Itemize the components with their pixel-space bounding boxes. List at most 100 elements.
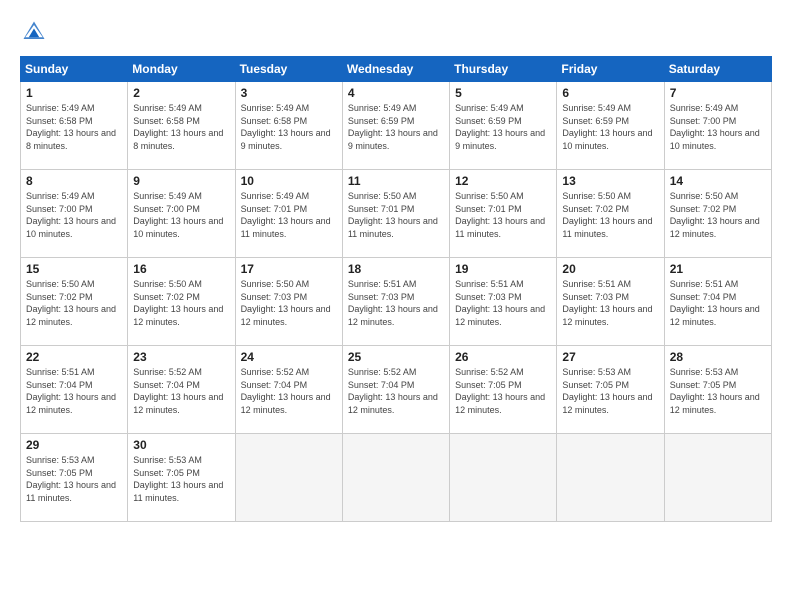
day-info: Sunrise: 5:50 AMSunset: 7:02 PMDaylight:… xyxy=(133,279,223,327)
calendar-cell: 28 Sunrise: 5:53 AMSunset: 7:05 PMDaylig… xyxy=(664,346,771,434)
day-number: 27 xyxy=(562,350,658,364)
calendar-cell: 26 Sunrise: 5:52 AMSunset: 7:05 PMDaylig… xyxy=(450,346,557,434)
header xyxy=(20,18,772,46)
day-number: 2 xyxy=(133,86,229,100)
calendar-week-row: 8 Sunrise: 5:49 AMSunset: 7:00 PMDayligh… xyxy=(21,170,772,258)
calendar-cell: 22 Sunrise: 5:51 AMSunset: 7:04 PMDaylig… xyxy=(21,346,128,434)
calendar-cell: 20 Sunrise: 5:51 AMSunset: 7:03 PMDaylig… xyxy=(557,258,664,346)
weekday-header-row: Sunday Monday Tuesday Wednesday Thursday… xyxy=(21,57,772,82)
day-info: Sunrise: 5:50 AMSunset: 7:01 PMDaylight:… xyxy=(455,191,545,239)
day-info: Sunrise: 5:53 AMSunset: 7:05 PMDaylight:… xyxy=(670,367,760,415)
day-info: Sunrise: 5:52 AMSunset: 7:04 PMDaylight:… xyxy=(241,367,331,415)
day-number: 18 xyxy=(348,262,444,276)
header-friday: Friday xyxy=(557,57,664,82)
calendar-cell: 10 Sunrise: 5:49 AMSunset: 7:01 PMDaylig… xyxy=(235,170,342,258)
calendar-cell xyxy=(235,434,342,522)
day-info: Sunrise: 5:52 AMSunset: 7:04 PMDaylight:… xyxy=(348,367,438,415)
day-number: 29 xyxy=(26,438,122,452)
day-number: 28 xyxy=(670,350,766,364)
page: Sunday Monday Tuesday Wednesday Thursday… xyxy=(0,0,792,612)
day-info: Sunrise: 5:51 AMSunset: 7:04 PMDaylight:… xyxy=(26,367,116,415)
day-number: 7 xyxy=(670,86,766,100)
day-info: Sunrise: 5:53 AMSunset: 7:05 PMDaylight:… xyxy=(26,455,116,503)
calendar-cell: 18 Sunrise: 5:51 AMSunset: 7:03 PMDaylig… xyxy=(342,258,449,346)
day-info: Sunrise: 5:51 AMSunset: 7:04 PMDaylight:… xyxy=(670,279,760,327)
day-number: 3 xyxy=(241,86,337,100)
calendar-cell: 1 Sunrise: 5:49 AMSunset: 6:58 PMDayligh… xyxy=(21,82,128,170)
day-info: Sunrise: 5:50 AMSunset: 7:01 PMDaylight:… xyxy=(348,191,438,239)
day-number: 19 xyxy=(455,262,551,276)
header-sunday: Sunday xyxy=(21,57,128,82)
logo-icon xyxy=(20,18,48,46)
calendar-cell: 9 Sunrise: 5:49 AMSunset: 7:00 PMDayligh… xyxy=(128,170,235,258)
day-info: Sunrise: 5:51 AMSunset: 7:03 PMDaylight:… xyxy=(562,279,652,327)
calendar-cell xyxy=(664,434,771,522)
calendar-cell: 19 Sunrise: 5:51 AMSunset: 7:03 PMDaylig… xyxy=(450,258,557,346)
day-info: Sunrise: 5:49 AMSunset: 7:00 PMDaylight:… xyxy=(133,191,223,239)
header-saturday: Saturday xyxy=(664,57,771,82)
calendar-cell: 27 Sunrise: 5:53 AMSunset: 7:05 PMDaylig… xyxy=(557,346,664,434)
calendar-cell: 24 Sunrise: 5:52 AMSunset: 7:04 PMDaylig… xyxy=(235,346,342,434)
day-number: 5 xyxy=(455,86,551,100)
day-info: Sunrise: 5:49 AMSunset: 6:59 PMDaylight:… xyxy=(562,103,652,151)
calendar-cell: 23 Sunrise: 5:52 AMSunset: 7:04 PMDaylig… xyxy=(128,346,235,434)
day-info: Sunrise: 5:50 AMSunset: 7:02 PMDaylight:… xyxy=(26,279,116,327)
calendar-cell: 14 Sunrise: 5:50 AMSunset: 7:02 PMDaylig… xyxy=(664,170,771,258)
day-number: 23 xyxy=(133,350,229,364)
day-number: 8 xyxy=(26,174,122,188)
day-number: 22 xyxy=(26,350,122,364)
calendar-week-row: 29 Sunrise: 5:53 AMSunset: 7:05 PMDaylig… xyxy=(21,434,772,522)
calendar-cell: 5 Sunrise: 5:49 AMSunset: 6:59 PMDayligh… xyxy=(450,82,557,170)
day-number: 6 xyxy=(562,86,658,100)
day-info: Sunrise: 5:50 AMSunset: 7:02 PMDaylight:… xyxy=(670,191,760,239)
day-info: Sunrise: 5:49 AMSunset: 7:00 PMDaylight:… xyxy=(670,103,760,151)
calendar-cell: 16 Sunrise: 5:50 AMSunset: 7:02 PMDaylig… xyxy=(128,258,235,346)
day-info: Sunrise: 5:50 AMSunset: 7:03 PMDaylight:… xyxy=(241,279,331,327)
calendar-week-row: 22 Sunrise: 5:51 AMSunset: 7:04 PMDaylig… xyxy=(21,346,772,434)
calendar-cell: 29 Sunrise: 5:53 AMSunset: 7:05 PMDaylig… xyxy=(21,434,128,522)
day-info: Sunrise: 5:49 AMSunset: 6:58 PMDaylight:… xyxy=(133,103,223,151)
day-number: 30 xyxy=(133,438,229,452)
calendar-cell: 8 Sunrise: 5:49 AMSunset: 7:00 PMDayligh… xyxy=(21,170,128,258)
header-monday: Monday xyxy=(128,57,235,82)
day-info: Sunrise: 5:49 AMSunset: 6:58 PMDaylight:… xyxy=(26,103,116,151)
header-thursday: Thursday xyxy=(450,57,557,82)
day-number: 1 xyxy=(26,86,122,100)
day-info: Sunrise: 5:49 AMSunset: 7:00 PMDaylight:… xyxy=(26,191,116,239)
day-number: 25 xyxy=(348,350,444,364)
calendar-cell: 11 Sunrise: 5:50 AMSunset: 7:01 PMDaylig… xyxy=(342,170,449,258)
day-info: Sunrise: 5:51 AMSunset: 7:03 PMDaylight:… xyxy=(348,279,438,327)
header-tuesday: Tuesday xyxy=(235,57,342,82)
day-number: 26 xyxy=(455,350,551,364)
calendar-cell: 30 Sunrise: 5:53 AMSunset: 7:05 PMDaylig… xyxy=(128,434,235,522)
day-number: 13 xyxy=(562,174,658,188)
day-number: 16 xyxy=(133,262,229,276)
day-info: Sunrise: 5:51 AMSunset: 7:03 PMDaylight:… xyxy=(455,279,545,327)
calendar-week-row: 15 Sunrise: 5:50 AMSunset: 7:02 PMDaylig… xyxy=(21,258,772,346)
day-info: Sunrise: 5:50 AMSunset: 7:02 PMDaylight:… xyxy=(562,191,652,239)
calendar-cell: 4 Sunrise: 5:49 AMSunset: 6:59 PMDayligh… xyxy=(342,82,449,170)
day-number: 24 xyxy=(241,350,337,364)
day-number: 17 xyxy=(241,262,337,276)
day-number: 9 xyxy=(133,174,229,188)
day-number: 12 xyxy=(455,174,551,188)
calendar-table: Sunday Monday Tuesday Wednesday Thursday… xyxy=(20,56,772,522)
calendar-cell xyxy=(557,434,664,522)
day-number: 15 xyxy=(26,262,122,276)
day-info: Sunrise: 5:49 AMSunset: 6:58 PMDaylight:… xyxy=(241,103,331,151)
day-number: 11 xyxy=(348,174,444,188)
calendar-cell: 25 Sunrise: 5:52 AMSunset: 7:04 PMDaylig… xyxy=(342,346,449,434)
calendar-week-row: 1 Sunrise: 5:49 AMSunset: 6:58 PMDayligh… xyxy=(21,82,772,170)
day-number: 4 xyxy=(348,86,444,100)
calendar-cell: 3 Sunrise: 5:49 AMSunset: 6:58 PMDayligh… xyxy=(235,82,342,170)
calendar-cell: 17 Sunrise: 5:50 AMSunset: 7:03 PMDaylig… xyxy=(235,258,342,346)
calendar-cell: 13 Sunrise: 5:50 AMSunset: 7:02 PMDaylig… xyxy=(557,170,664,258)
calendar-cell xyxy=(450,434,557,522)
day-info: Sunrise: 5:52 AMSunset: 7:05 PMDaylight:… xyxy=(455,367,545,415)
logo xyxy=(20,18,52,46)
day-info: Sunrise: 5:49 AMSunset: 7:01 PMDaylight:… xyxy=(241,191,331,239)
calendar-cell xyxy=(342,434,449,522)
calendar-cell: 12 Sunrise: 5:50 AMSunset: 7:01 PMDaylig… xyxy=(450,170,557,258)
calendar-cell: 7 Sunrise: 5:49 AMSunset: 7:00 PMDayligh… xyxy=(664,82,771,170)
day-number: 20 xyxy=(562,262,658,276)
